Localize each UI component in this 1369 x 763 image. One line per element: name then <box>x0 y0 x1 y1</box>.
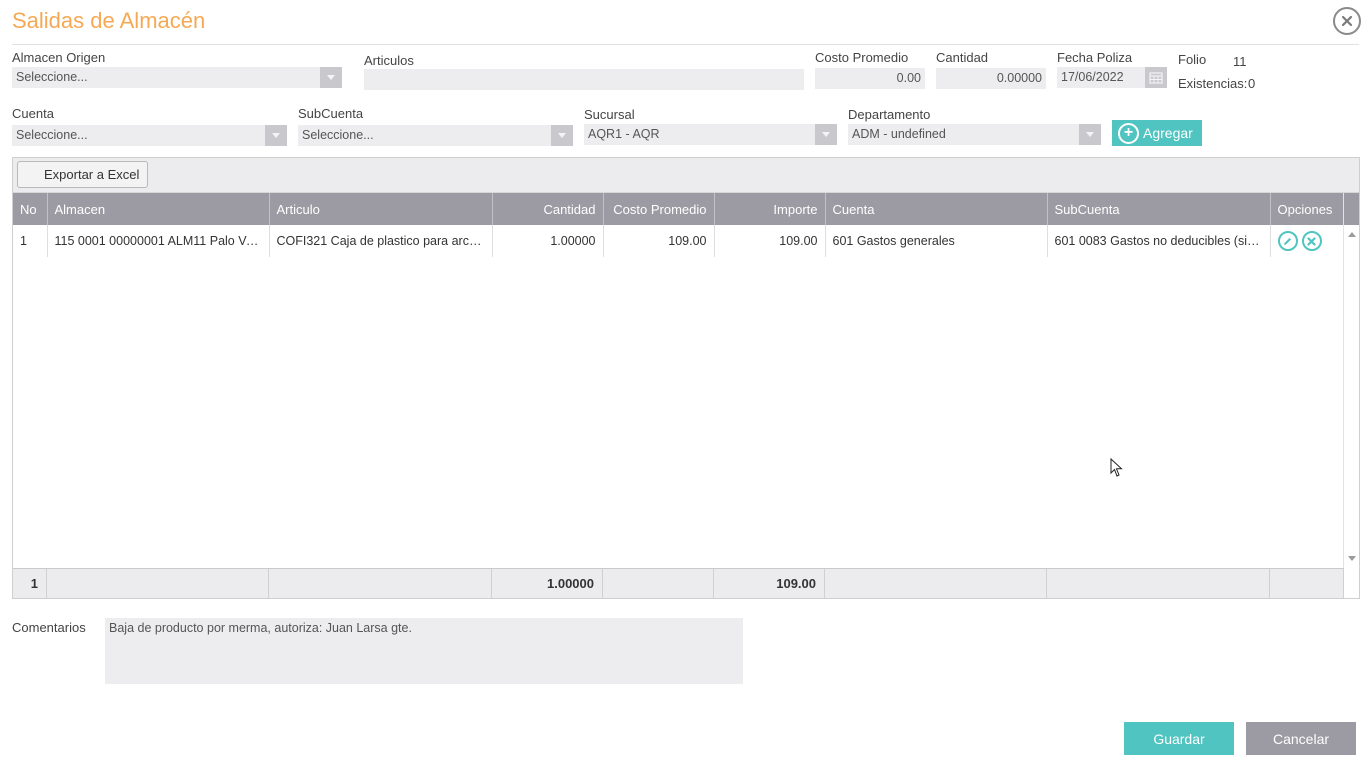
sucursal-value: AQR1 - AQR <box>588 127 660 141</box>
subcuenta-select[interactable]: Seleccione... <box>298 125 573 146</box>
cell-opciones <box>1270 225 1345 257</box>
cuenta-label: Cuenta <box>12 106 54 121</box>
cuenta-placeholder: Seleccione... <box>16 128 88 142</box>
col-articulo[interactable]: Articulo <box>269 193 493 225</box>
subcuenta-placeholder: Seleccione... <box>302 128 374 142</box>
articulos-input[interactable] <box>364 69 804 90</box>
footer-subcuenta <box>1047 569 1270 598</box>
sucursal-label: Sucursal <box>584 107 635 122</box>
grid-scrollbar[interactable] <box>1343 193 1359 569</box>
almacen-origen-label: Almacen Origen <box>12 50 106 65</box>
cantidad-label: Cantidad <box>936 50 989 65</box>
cell-almacen: 115 0001 00000001 ALM11 Palo Verde <box>47 225 270 257</box>
folio-label: Folio <box>1178 52 1207 67</box>
chevron-down-icon[interactable] <box>551 125 573 146</box>
sucursal-select[interactable]: AQR1 - AQR <box>584 124 837 145</box>
subcuenta-label: SubCuenta <box>298 106 364 121</box>
items-table: No Almacen Articulo Cantidad Costo Prome… <box>13 193 1345 257</box>
plus-circle-icon: + <box>1118 122 1139 144</box>
col-costo-promedio[interactable]: Costo Promedio <box>603 193 715 225</box>
comentarios-textarea[interactable]: Baja de producto por merma, autoriza: Ju… <box>105 618 743 684</box>
existencias-value: 0 <box>1248 76 1256 91</box>
guardar-button[interactable]: Guardar <box>1124 722 1234 755</box>
grid-toolbar: Exportar a Excel <box>13 158 1359 193</box>
footer-almacen <box>47 569 269 598</box>
footer-articulo <box>269 569 492 598</box>
cell-costo-promedio: 109.00 <box>603 225 715 257</box>
cell-cantidad: 1.00000 <box>492 225 604 257</box>
fecha-poliza-input[interactable]: 17/06/2022 <box>1057 67 1167 88</box>
cancelar-button[interactable]: Cancelar <box>1246 722 1356 755</box>
table-row[interactable]: 1 115 0001 00000001 ALM11 Palo Verde COF… <box>13 225 1345 257</box>
export-excel-button[interactable]: Exportar a Excel <box>17 161 149 188</box>
edit-icon[interactable] <box>1277 231 1298 251</box>
footer-count: 1 <box>13 569 47 598</box>
comentarios-label: Comentarios <box>12 620 86 635</box>
grid-footer-row: 1 1.00000 109.00 <box>13 568 1344 598</box>
col-cuenta[interactable]: Cuenta <box>825 193 1048 225</box>
almacen-origen-placeholder: Seleccione... <box>16 70 88 84</box>
page-title: Salidas de Almacén <box>12 8 206 33</box>
chevron-down-icon[interactable] <box>815 124 837 145</box>
title-divider <box>12 44 1359 45</box>
col-subcuenta[interactable]: SubCuenta <box>1047 193 1271 225</box>
almacen-origen-select[interactable]: Seleccione... <box>12 67 342 88</box>
scroll-down-icon[interactable] <box>1348 556 1356 561</box>
costo-promedio-label: Costo Promedio <box>815 50 909 65</box>
agregar-button[interactable]: + Agregar <box>1112 120 1202 146</box>
cell-cuenta: 601 Gastos generales <box>825 225 1048 257</box>
table-header-row: No Almacen Articulo Cantidad Costo Prome… <box>13 193 1345 225</box>
footer-cuenta <box>825 569 1047 598</box>
close-button[interactable] <box>1333 7 1361 35</box>
col-almacen[interactable]: Almacen <box>47 193 270 225</box>
fecha-poliza-label: Fecha Poliza <box>1057 50 1133 65</box>
footer-importe-total: 109.00 <box>714 569 825 598</box>
scroll-up-icon[interactable] <box>1348 232 1356 237</box>
agregar-label: Agregar <box>1143 125 1193 141</box>
cantidad-input[interactable]: 0.00000 <box>936 68 1046 89</box>
mouse-cursor-icon <box>1110 458 1123 477</box>
chevron-down-icon[interactable] <box>1079 124 1101 145</box>
departamento-value: ADM - undefined <box>852 127 946 141</box>
departamento-select[interactable]: ADM - undefined <box>848 124 1101 145</box>
articulos-label: Articulos <box>364 53 414 68</box>
cell-importe: 109.00 <box>714 225 826 257</box>
col-importe[interactable]: Importe <box>714 193 826 225</box>
chevron-down-icon[interactable] <box>320 67 342 88</box>
costo-promedio-input[interactable]: 0.00 <box>815 68 925 89</box>
footer-costo <box>603 569 714 598</box>
footer-cantidad-total: 1.00000 <box>492 569 603 598</box>
close-icon <box>1341 15 1353 27</box>
fecha-poliza-value: 17/06/2022 <box>1061 70 1124 84</box>
cell-articulo: COFI321 Caja de plastico para archivo <box>269 225 493 257</box>
departamento-label: Departamento <box>848 107 931 122</box>
col-cantidad[interactable]: Cantidad <box>492 193 604 225</box>
cuenta-select[interactable]: Seleccione... <box>12 125 287 146</box>
col-opciones[interactable]: Opciones <box>1270 193 1345 225</box>
items-grid: Exportar a Excel No Almacen Articulo Can… <box>12 157 1360 599</box>
cell-subcuenta: 601 0083 Gastos no deducibles (sin requi… <box>1047 225 1271 257</box>
existencias-label: Existencias: <box>1178 76 1248 91</box>
footer-opciones <box>1270 569 1344 598</box>
calendar-icon[interactable] <box>1145 67 1167 88</box>
chevron-down-icon[interactable] <box>265 125 287 146</box>
cell-no: 1 <box>13 225 48 257</box>
scrollbar-header <box>1344 193 1359 225</box>
col-no[interactable]: No <box>13 193 48 225</box>
delete-icon[interactable] <box>1301 231 1322 251</box>
folio-value: 11 <box>1233 54 1247 69</box>
